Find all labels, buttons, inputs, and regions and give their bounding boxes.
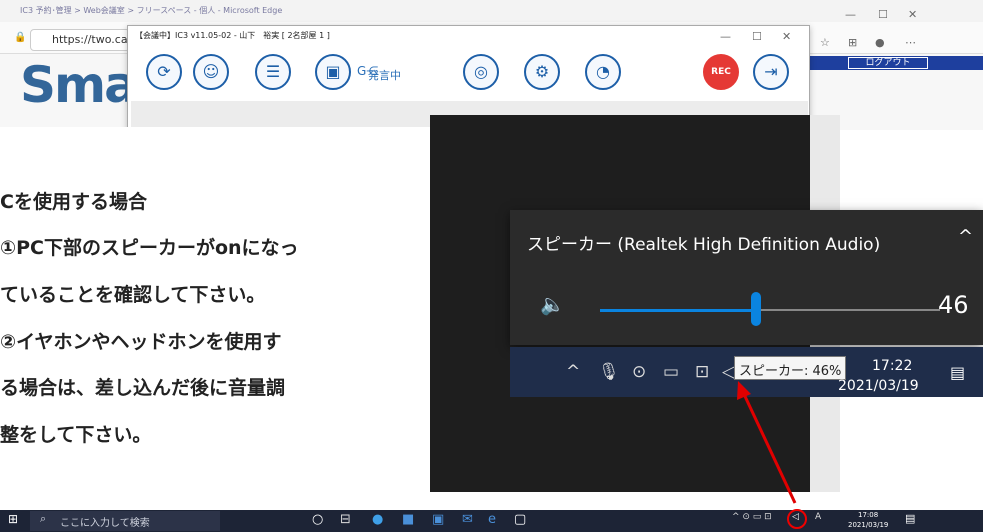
- lock-icon: 🔒: [14, 32, 27, 43]
- clock-time: 17:08: [858, 511, 879, 519]
- volume-slider-thumb[interactable]: [751, 292, 762, 326]
- speaker-device-name[interactable]: スピーカー (Realtek High Definition Audio): [527, 230, 880, 255]
- note-line: る場合は、差し込んだ後に音量調: [0, 377, 286, 399]
- meter-icon[interactable]: ◔: [585, 54, 621, 90]
- more-icon[interactable]: ⋯: [905, 36, 916, 49]
- browser-title: IC3 予約･管理 > Web会議室 > フリースペース - 個人 - Micr…: [20, 6, 283, 15]
- note-line: ①PC下部のスピーカーがonになっ: [0, 237, 299, 259]
- network-icon[interactable]: ⊡: [695, 362, 709, 382]
- profile-card-icon[interactable]: ▣: [315, 54, 351, 90]
- note-line: 整をして下さい。: [0, 424, 152, 446]
- settings-icon[interactable]: ⚙: [524, 54, 560, 90]
- page-logo: Sma: [20, 56, 138, 114]
- favorites-icon[interactable]: ☆: [820, 36, 830, 49]
- task-view-icon[interactable]: ○: [312, 512, 323, 527]
- chevron-up-icon[interactable]: ^: [958, 226, 973, 247]
- ic3-minimize-icon[interactable]: —: [720, 30, 731, 43]
- file-explorer-icon[interactable]: ■: [402, 512, 414, 527]
- volume-tooltip: スピーカー: 46%: [734, 356, 846, 380]
- mail-icon[interactable]: ✉: [462, 512, 473, 527]
- zoomed-clock-date: 2021/03/19: [838, 378, 919, 394]
- ic3-maximize-icon[interactable]: ☐: [752, 30, 762, 43]
- exit-icon[interactable]: ⇥: [753, 54, 789, 90]
- note-line: ②イヤホンやヘッドホンを使用す: [0, 331, 282, 353]
- edge-icon[interactable]: ●: [372, 512, 383, 527]
- instruction-panel: Cを使用する場合 ①PC下部のスピーカーがonになっ ていることを確認して下さい…: [0, 127, 430, 497]
- profile-icon[interactable]: ●: [875, 36, 885, 49]
- battery-icon[interactable]: ▭: [663, 362, 679, 382]
- notification-icon[interactable]: ▤: [950, 363, 965, 382]
- clock-date: 2021/03/19: [848, 521, 889, 529]
- task-grid-icon[interactable]: ⊟: [340, 512, 351, 527]
- zoom-icon[interactable]: ◎: [463, 54, 499, 90]
- notification-icon[interactable]: ▤: [905, 512, 915, 525]
- zoomed-clock-time: 17:22: [872, 358, 913, 374]
- microphone-icon[interactable]: 🎙: [598, 362, 620, 382]
- volume-slider-fill: [600, 309, 757, 312]
- ic3-title: 【会議中】IC3 v11.05-02 - 山下 裕実 [ 2名部屋 1 ]: [135, 31, 330, 40]
- tray-icons[interactable]: ^ ⊙ ▭ ⊡: [732, 512, 772, 522]
- logout-button[interactable]: ログアウト: [848, 57, 928, 69]
- note-line: Cを使用する場合: [0, 191, 147, 213]
- camera-icon[interactable]: ⊙: [632, 362, 646, 382]
- camera-switch-icon[interactable]: ⟳: [146, 54, 182, 90]
- ic3-app-icon[interactable]: ▢: [514, 512, 526, 527]
- close-icon[interactable]: ✕: [908, 8, 917, 21]
- ime-icon[interactable]: A: [815, 512, 821, 522]
- note-line: ていることを確認して下さい。: [0, 284, 266, 306]
- chevron-up-icon[interactable]: ^: [566, 362, 580, 382]
- participants-icon[interactable]: ☺: [193, 54, 229, 90]
- ic3-close-icon[interactable]: ✕: [782, 30, 791, 43]
- chat-icon[interactable]: ☰: [255, 54, 291, 90]
- store-icon[interactable]: ▣: [432, 512, 444, 527]
- rec-button[interactable]: REC: [703, 54, 739, 90]
- search-placeholder: ここに入力して検索: [60, 518, 150, 529]
- collections-icon[interactable]: ⊞: [848, 36, 857, 49]
- volume-icon[interactable]: ◁: [792, 512, 799, 522]
- minimize-icon[interactable]: —: [845, 8, 856, 21]
- search-icon: ⌕: [40, 512, 47, 525]
- rec-label: REC: [711, 67, 731, 77]
- speaker-icon[interactable]: 🔈: [540, 292, 565, 316]
- speaking-label: 発言中: [368, 69, 401, 82]
- maximize-icon[interactable]: ☐: [878, 8, 888, 21]
- volume-value: 46: [938, 291, 969, 319]
- windows-start-icon[interactable]: ⊞: [8, 512, 18, 526]
- ie-icon[interactable]: e: [488, 512, 496, 527]
